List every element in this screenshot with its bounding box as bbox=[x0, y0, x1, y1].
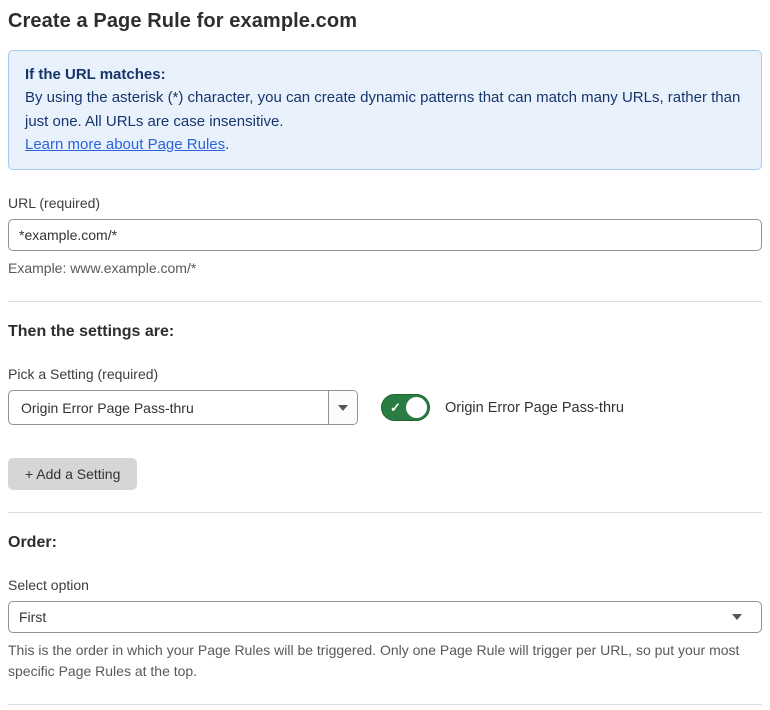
url-example-helper: Example: www.example.com/* bbox=[8, 260, 197, 276]
url-field-label: URL (required) bbox=[8, 195, 101, 211]
order-section-heading: Order: bbox=[8, 534, 57, 551]
link-period: . bbox=[225, 135, 230, 153]
url-input[interactable] bbox=[8, 219, 762, 251]
divider bbox=[8, 704, 762, 705]
chevron-down-icon bbox=[732, 614, 742, 620]
page-title: Create a Page Rule for example.com bbox=[8, 10, 358, 32]
order-helper-text: This is the order in which your Page Rul… bbox=[8, 642, 740, 679]
create-page-rule-panel: Create a Page Rule for example.com If th… bbox=[0, 0, 770, 710]
info-callout-heading: If the URL matches: bbox=[25, 66, 166, 83]
toggle-knob bbox=[406, 397, 427, 418]
order-select-label: Select option bbox=[8, 577, 89, 593]
divider bbox=[8, 512, 762, 513]
divider bbox=[8, 301, 762, 302]
chevron-down-icon bbox=[338, 404, 348, 411]
info-callout-body: By using the asterisk (*) character, you… bbox=[25, 89, 741, 130]
setting-picker-dropdown[interactable]: Origin Error Page Pass-thru bbox=[8, 390, 358, 425]
setting-toggle-label: Origin Error Page Pass-thru bbox=[445, 399, 624, 416]
check-icon: ✓ bbox=[390, 399, 401, 415]
setting-row: Origin Error Page Pass-thru ✓ Origin Err… bbox=[8, 390, 762, 425]
learn-more-link[interactable]: Learn more about Page Rules bbox=[25, 136, 225, 153]
setting-picker-arrow-button[interactable] bbox=[328, 391, 357, 424]
add-setting-button[interactable]: + Add a Setting bbox=[8, 458, 138, 490]
url-match-info-callout: If the URL matches: By using the asteris… bbox=[8, 50, 762, 170]
settings-section-heading: Then the settings are: bbox=[8, 323, 175, 340]
pick-setting-label: Pick a Setting (required) bbox=[8, 366, 159, 382]
order-select-dropdown[interactable]: First bbox=[8, 601, 762, 633]
order-select-value: First bbox=[19, 609, 47, 625]
setting-toggle[interactable]: ✓ bbox=[381, 394, 430, 421]
setting-picker-value: Origin Error Page Pass-thru bbox=[21, 399, 194, 416]
info-callout-link-line: Learn more about Page Rules. bbox=[25, 133, 745, 156]
